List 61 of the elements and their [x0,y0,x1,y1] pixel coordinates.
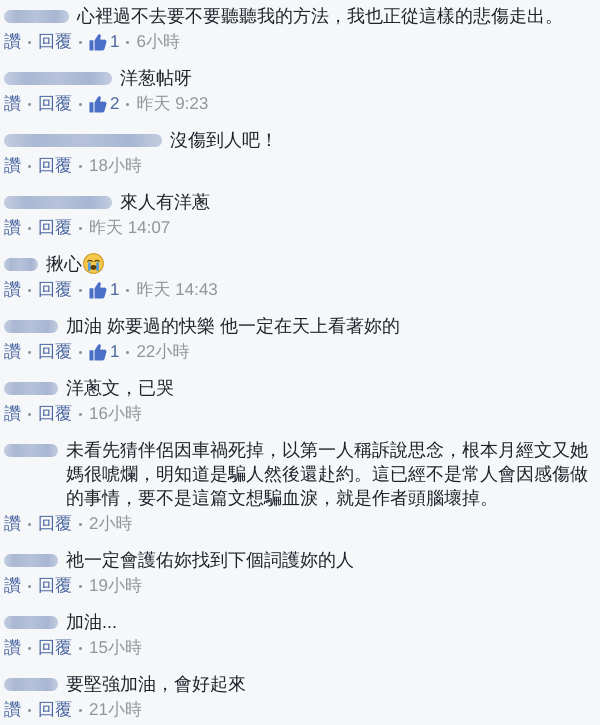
comment-time[interactable]: 19小時 [89,574,142,598]
reply-link[interactable]: 回覆 [38,512,72,536]
reply-link[interactable]: 回覆 [38,402,72,426]
thumbs-up-icon [89,343,107,361]
reply-link[interactable]: 回覆 [38,30,72,54]
reply-link[interactable]: 回覆 [38,92,72,116]
comment-text: 心裡過不去要不要聽聽我的方法，我也正從這樣的悲傷走出。 [77,5,563,28]
blurred-name [4,382,58,395]
like-count[interactable]: 1 [110,340,120,364]
thumbs-up-icon [89,95,107,113]
like-count[interactable]: 2 [110,92,120,116]
comment-text: 加油 妳要過的快樂 他一定在天上看著妳的 [66,315,400,338]
blurred-name [4,10,69,23]
like-link[interactable]: 讚 [4,278,21,302]
like-link[interactable]: 讚 [4,92,21,116]
comment-time[interactable]: 16小時 [89,402,142,426]
thumbs-up-icon [89,33,107,51]
like-link[interactable]: 讚 [4,216,21,240]
comment-time[interactable]: 22小時 [136,340,190,364]
like-link[interactable]: 讚 [4,698,21,722]
reply-link[interactable]: 回覆 [38,216,72,240]
comment-time[interactable]: 昨天 14:43 [136,278,218,302]
like-link[interactable]: 讚 [4,636,21,660]
comment-time[interactable]: 昨天 14:07 [89,216,170,240]
like-link[interactable]: 讚 [4,340,21,364]
blurred-name [4,616,58,629]
comment-time[interactable]: 15小時 [89,636,142,660]
crying-face-icon [83,253,104,274]
comment-time[interactable]: 21小時 [89,698,142,722]
blurred-name [4,258,38,271]
like-link[interactable]: 讚 [4,402,21,426]
comment-text: 揪心 [46,253,82,276]
reply-link[interactable]: 回覆 [38,154,72,178]
like-count[interactable]: 1 [110,278,120,302]
comment-time[interactable]: 昨天 9:23 [136,92,208,116]
comment-text: 未看先猜伴侶因車禍死掉，以第一人稱訴說思念，根本月經文又她媽很唬爛，明知道是騙人然後還赴約。這已經不是常人會因感傷做的事情，要不是這篇文想騙血淚，就是作者頭腦壞掉。 [66,439,589,510]
comment-time[interactable]: 2小時 [89,512,132,536]
reply-link[interactable]: 回覆 [38,698,72,722]
blurred-name [4,320,58,333]
reply-link[interactable]: 回覆 [38,574,72,598]
like-link[interactable]: 讚 [4,154,21,178]
like-link[interactable]: 讚 [4,30,21,54]
like-count[interactable]: 1 [110,30,120,54]
reply-link[interactable]: 回覆 [38,278,72,302]
reply-link[interactable]: 回覆 [38,636,72,660]
blurred-name [4,554,58,567]
comment-text: 來人有洋蔥 [120,191,210,214]
comment-time[interactable]: 18小時 [89,154,142,178]
blurred-name [4,444,58,457]
comment-text: 要堅強加油，會好起來 [66,673,246,696]
comment-text: 沒傷到人吧！ [170,129,278,152]
comment-text: 祂一定會護佑妳找到下個詞護妳的人 [66,549,354,572]
like-link[interactable]: 讚 [4,574,21,598]
comment-text: 加油... [66,611,118,634]
blurred-name [4,678,58,691]
like-link[interactable]: 讚 [4,512,21,536]
comment-text: 洋蔥文，已哭 [66,377,174,400]
thumbs-up-icon [89,281,107,299]
comment-text: 洋葱帖呀 [120,67,192,90]
reply-link[interactable]: 回覆 [38,340,72,364]
comment-time[interactable]: 6小時 [136,30,180,54]
